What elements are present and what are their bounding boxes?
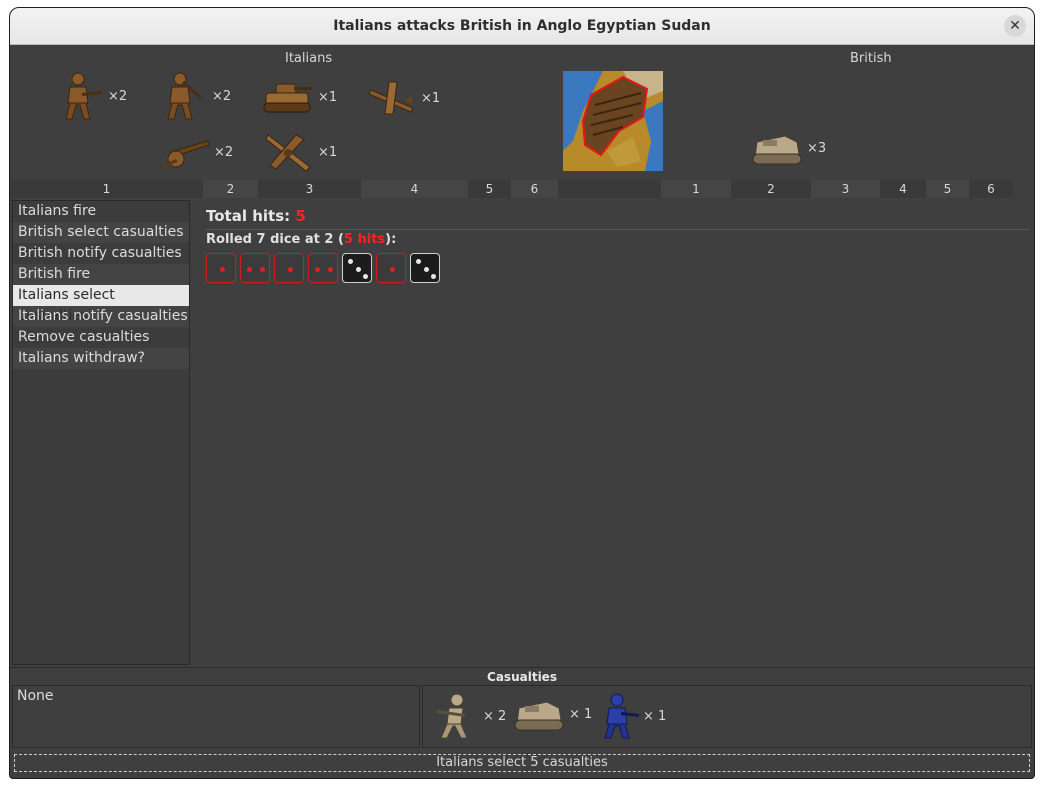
die-pip xyxy=(389,266,395,272)
blue-infantry-icon xyxy=(604,693,639,739)
die-pip xyxy=(287,266,293,272)
italian-unit-bomber: ×1 xyxy=(367,78,440,118)
step-british-fire[interactable]: British fire xyxy=(13,264,189,285)
column-5: 5 xyxy=(926,180,969,198)
total-hits-label: Total hits: xyxy=(206,207,296,225)
italian-unit-fighter: ×1 xyxy=(262,129,337,175)
die-miss xyxy=(342,253,372,283)
column-1: 1 xyxy=(10,180,203,198)
step-remove-casualties[interactable]: Remove casualties xyxy=(13,327,189,348)
column-4: 4 xyxy=(361,180,468,198)
step-british-select-casualties[interactable]: British select casualties xyxy=(13,222,189,243)
column-6: 6 xyxy=(969,180,1013,198)
casualties-header: Casualties xyxy=(10,667,1034,685)
unit-count: ×3 xyxy=(807,140,827,156)
column-2: 2 xyxy=(203,180,258,198)
total-hits-value: 5 xyxy=(295,207,306,225)
british-unit-armored-car: ×3 xyxy=(751,130,826,166)
bomber-icon xyxy=(368,81,414,115)
italian-unit-infantry: ×2 xyxy=(56,71,127,121)
unit-count: ×2 xyxy=(214,144,234,160)
tank-icon xyxy=(263,83,312,113)
close-button[interactable]: ✕ xyxy=(1004,15,1026,37)
casualties-right-panel: × 2 × 1 × 1 xyxy=(422,685,1032,748)
total-hits: Total hits: 5 xyxy=(206,207,1030,225)
die-pip xyxy=(355,266,361,272)
territory-map-icon xyxy=(563,71,663,171)
unit-count: × 1 xyxy=(569,706,593,722)
column-6: 6 xyxy=(511,180,558,198)
defender-name: British xyxy=(850,51,892,66)
unit-count: × 2 xyxy=(483,708,507,724)
die-hit xyxy=(240,253,270,283)
battle-steps-list[interactable]: Italians fire British select casualties … xyxy=(12,200,190,665)
column-1: 1 xyxy=(661,180,731,198)
unit-count: ×1 xyxy=(318,144,338,160)
territory-map xyxy=(563,71,663,171)
column-2: 2 xyxy=(731,180,811,198)
roll-summary: Rolled 7 dice at 2 (5 hits): xyxy=(206,229,1030,247)
column-5: 5 xyxy=(468,180,511,198)
unit-count: × 1 xyxy=(643,708,667,724)
roll-summary-prefix: Rolled 7 dice at 2 ( xyxy=(206,232,344,247)
italian-unit-infantry: ×2 xyxy=(160,71,231,121)
die-pip xyxy=(423,266,429,272)
artillery-icon xyxy=(162,140,210,168)
roll-summary-hits: 5 hits xyxy=(343,232,386,247)
column-4: 4 xyxy=(880,180,926,198)
unit-count: ×1 xyxy=(318,89,338,105)
casualty-unit-infantry[interactable]: × 2 xyxy=(431,692,506,740)
window-title: Italians attacks British in Anglo Egypti… xyxy=(333,18,711,34)
title-bar: Italians attacks British in Anglo Egypti… xyxy=(10,8,1034,45)
die-pip xyxy=(260,266,265,272)
step-italians-fire[interactable]: Italians fire xyxy=(13,201,189,222)
die-pip xyxy=(416,259,421,264)
column-3: 3 xyxy=(811,180,880,198)
casualty-unit-blue-infantry[interactable]: × 1 xyxy=(599,692,666,740)
unit-count: ×1 xyxy=(421,90,441,106)
column-3: 3 xyxy=(258,180,361,198)
unit-count: ×2 xyxy=(108,88,128,104)
fighter-icon xyxy=(265,134,311,172)
casualties-left-panel: None xyxy=(12,685,420,748)
die-pip xyxy=(219,266,225,272)
die-hit xyxy=(274,253,304,283)
attacker-name: Italians xyxy=(285,51,333,66)
die-pip xyxy=(328,266,333,272)
status-bar: Italians select 5 casualties xyxy=(14,754,1030,772)
die-pip xyxy=(348,259,353,264)
battle-window: Italians attacks British in Anglo Egypti… xyxy=(9,7,1035,779)
die-miss xyxy=(410,253,440,283)
italian-unit-artillery: ×2 xyxy=(160,135,233,169)
die-pip xyxy=(363,274,368,279)
die-pip xyxy=(247,266,252,272)
armored-car-icon xyxy=(514,701,564,731)
unit-count: ×2 xyxy=(212,88,232,104)
step-italians-select-casualties[interactable]: Italians select casualties xyxy=(13,285,189,324)
die-hit xyxy=(308,253,338,283)
infantry-icon xyxy=(65,72,102,120)
die-hit xyxy=(206,253,236,283)
die-hit xyxy=(376,253,406,283)
casualties-none-text: None xyxy=(17,688,54,704)
die-pip xyxy=(315,266,320,272)
armored-car-icon xyxy=(752,135,802,165)
italian-unit-tank: ×1 xyxy=(262,80,337,114)
roll-summary-suffix: ): xyxy=(385,232,397,247)
step-italians-notify-casualties[interactable]: Italians notify casualties xyxy=(13,306,189,327)
step-italians-withdraw[interactable]: Italians withdraw? xyxy=(13,348,189,369)
british-infantry-icon xyxy=(437,693,468,739)
infantry-icon xyxy=(167,72,202,120)
attacker-column-row: 1 2 3 4 5 6 1 2 3 4 5 6 xyxy=(10,180,1013,198)
step-british-notify-casualties[interactable]: British notify casualties xyxy=(13,243,189,264)
die-pip xyxy=(431,274,436,279)
roll-results: Total hits: 5 Rolled 7 dice at 2 (5 hits… xyxy=(206,207,1030,283)
casualty-unit-armored-car[interactable]: × 1 xyxy=(513,696,592,732)
dice-row xyxy=(206,253,1030,283)
